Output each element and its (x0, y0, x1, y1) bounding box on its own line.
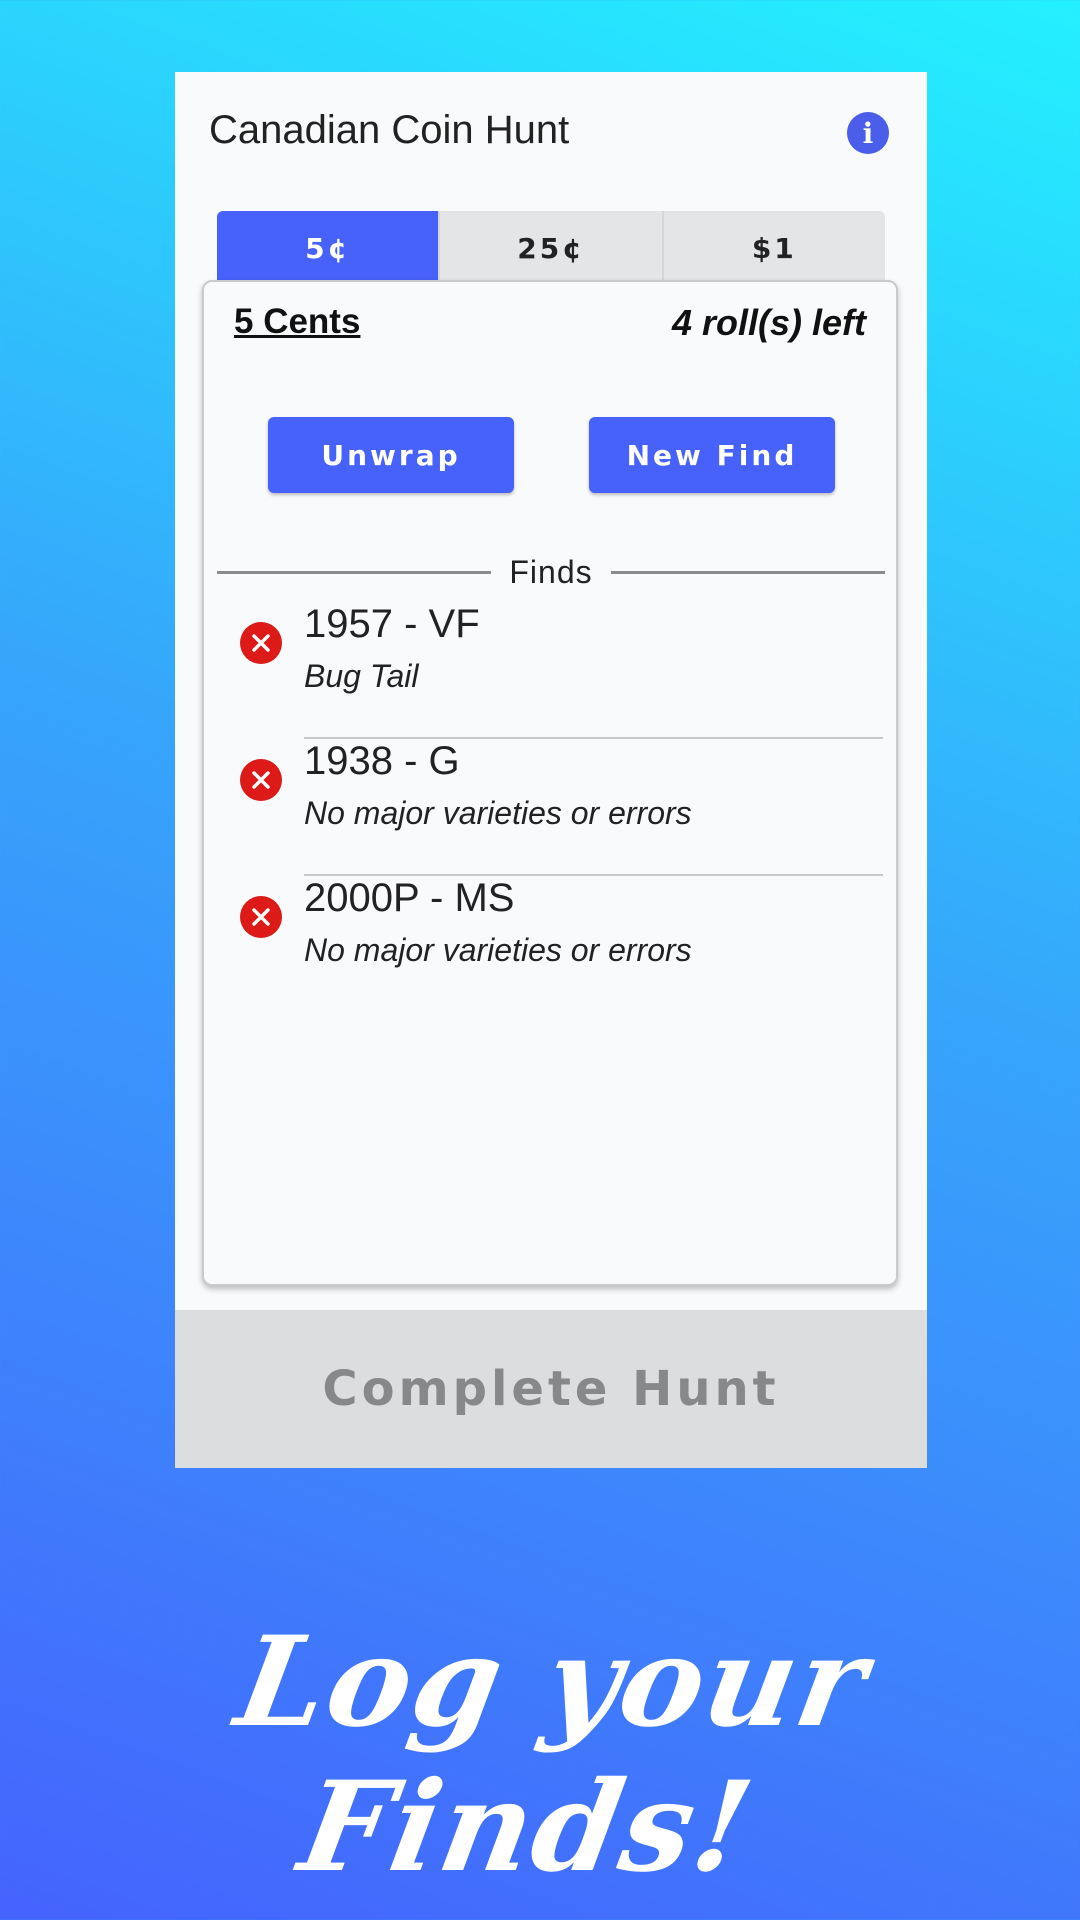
info-icon[interactable]: i (847, 112, 889, 154)
remove-icon[interactable] (240, 896, 282, 938)
finds-divider: Finds (217, 552, 885, 592)
rolls-left: 4 roll(s) left (671, 302, 866, 343)
complete-hunt-button[interactable]: Complete Hunt (175, 1310, 927, 1468)
tab-25-cents[interactable]: 25¢ (440, 211, 664, 285)
remove-icon[interactable] (240, 759, 282, 801)
tab-5-cents[interactable]: 5¢ (217, 211, 441, 285)
divider-line-right (610, 570, 885, 574)
promo-tagline: Log your Finds! (226, 1610, 879, 1900)
hunt-card: 5 Cents 4 roll(s) left Unwrap New Find F… (202, 280, 898, 1286)
divider-line-left (217, 570, 492, 574)
find-name: 1957 - VF (304, 602, 480, 646)
list-item: 1957 - VF Bug Tail (204, 602, 896, 739)
list-item: 1938 - G No major varieties or errors (204, 739, 896, 876)
unwrap-button[interactable]: Unwrap (268, 417, 514, 493)
find-note: Bug Tail (304, 658, 419, 694)
finds-label: Finds (509, 553, 593, 590)
app-screen: Canadian Coin Hunt i 5¢ 25¢ $1 5 Cents 4… (175, 72, 927, 1468)
denomination-tabs: 5¢ 25¢ $1 (217, 211, 885, 285)
find-note: No major varieties or errors (304, 932, 692, 968)
find-name: 1938 - G (304, 739, 460, 783)
find-name: 2000P - MS (304, 876, 515, 920)
list-item: 2000P - MS No major varieties or errors (204, 876, 896, 1013)
app-title: Canadian Coin Hunt (209, 108, 570, 152)
remove-icon[interactable] (240, 622, 282, 664)
finds-list: 1957 - VF Bug Tail 1938 - G No major var… (204, 602, 896, 1013)
find-note: No major varieties or errors (304, 795, 692, 831)
tab-1-dollar[interactable]: $1 (664, 211, 885, 285)
app-header: Canadian Coin Hunt i (175, 72, 927, 202)
card-title: 5 Cents (234, 302, 361, 341)
new-find-button[interactable]: New Find (589, 417, 835, 493)
